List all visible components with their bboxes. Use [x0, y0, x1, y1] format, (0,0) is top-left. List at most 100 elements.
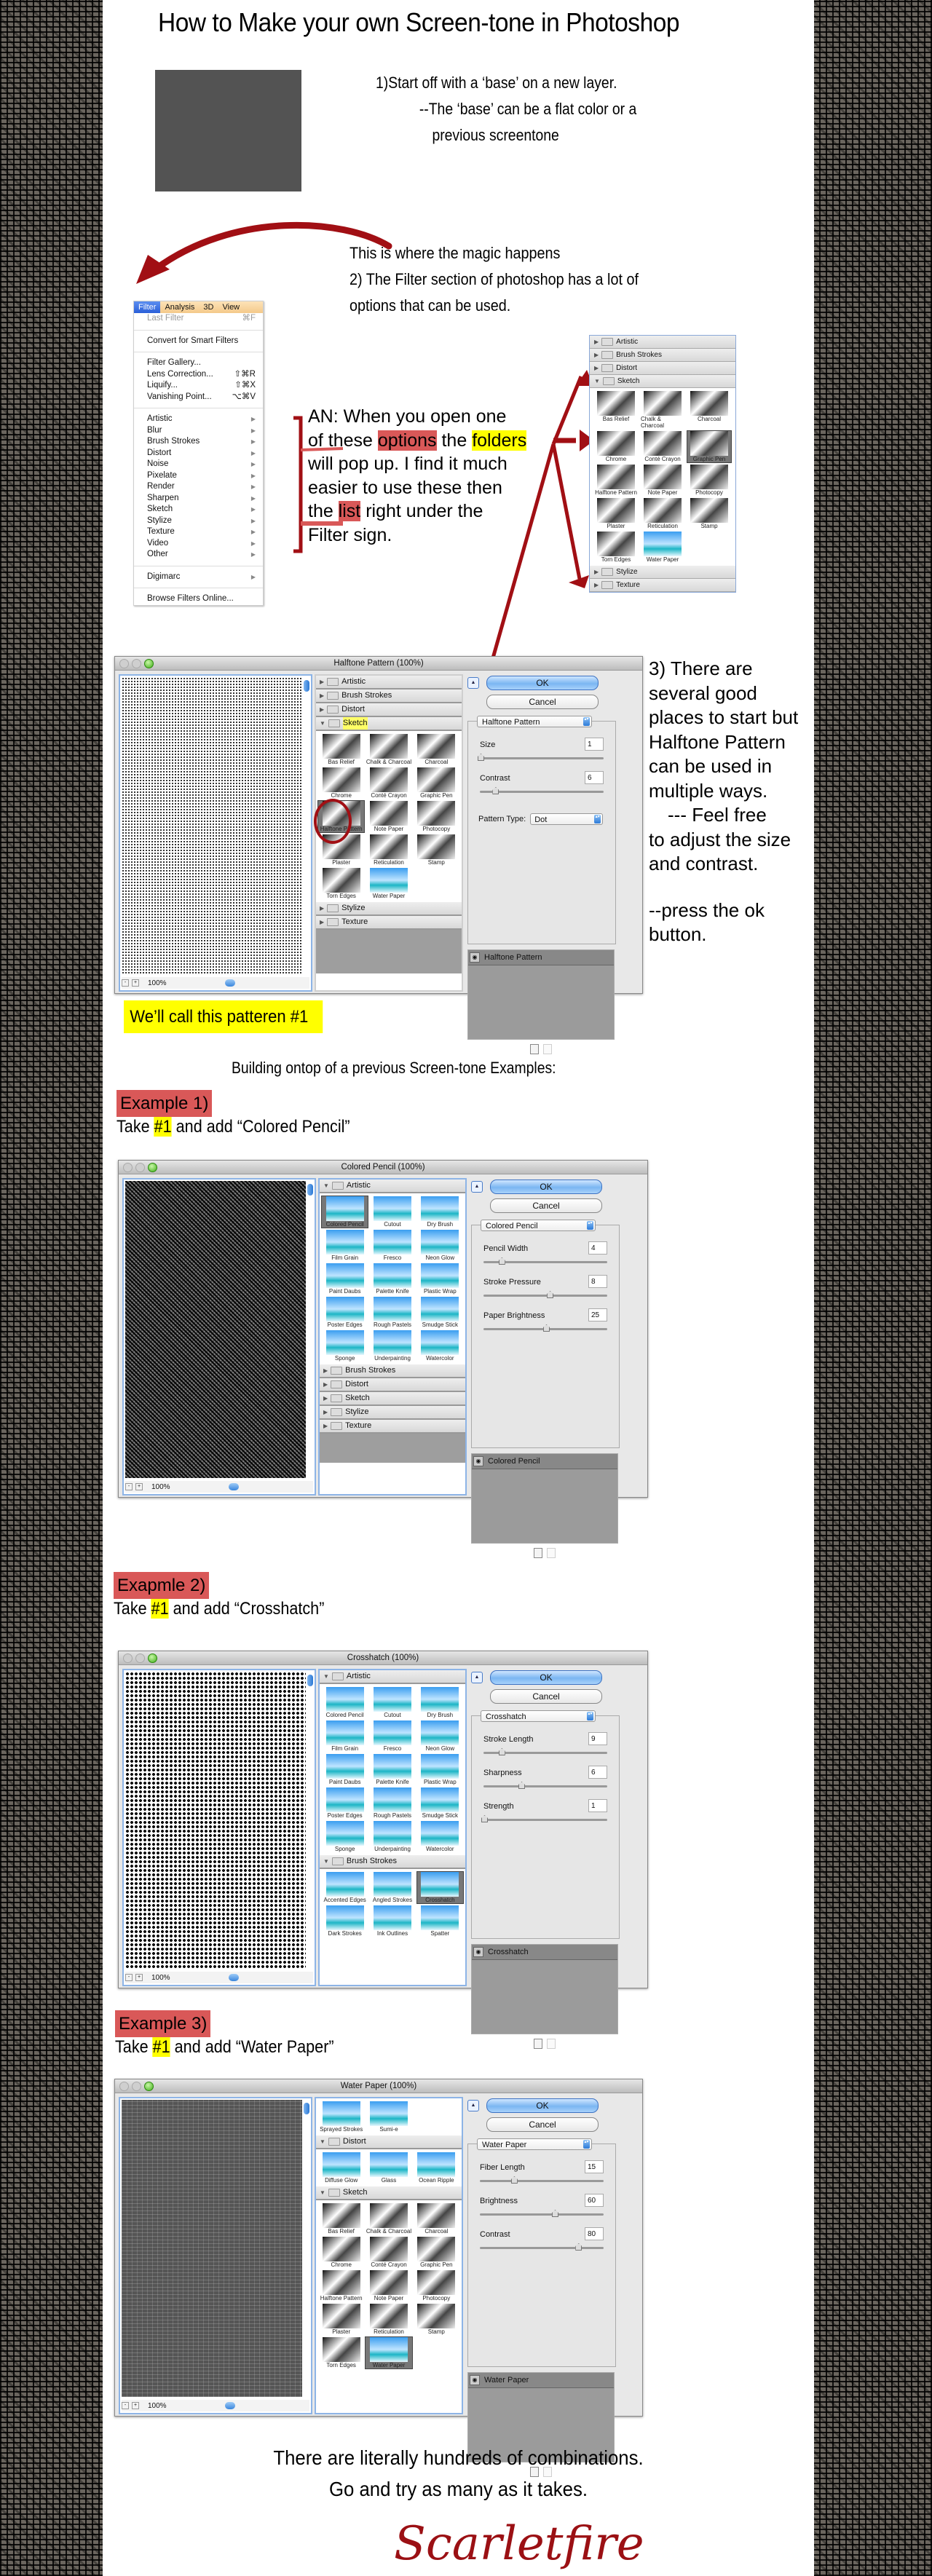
- menu-item-artistic[interactable]: Artistic ▶: [134, 414, 263, 425]
- filter-thumb-cont-crayon[interactable]: Conté Crayon: [366, 2237, 411, 2268]
- filter-thumb-plaster[interactable]: Plaster: [594, 498, 638, 529]
- new-effect-layer-icon[interactable]: [534, 2039, 542, 2049]
- filter-thumb-torn-edges[interactable]: Torn Edges: [594, 532, 638, 563]
- filter-thumb-smudge-stick[interactable]: Smudge Stick: [417, 1297, 463, 1328]
- zoom-level[interactable]: 100%: [142, 979, 175, 987]
- visibility-eye-icon[interactable]: ◉: [470, 952, 480, 963]
- new-effect-layer-icon[interactable]: [534, 1548, 542, 1558]
- filter-list[interactable]: ▼ Artistic Colored Pencil Cutout Dry Brush Fi…: [318, 1669, 467, 1986]
- visibility-eye-icon[interactable]: ◉: [473, 1456, 483, 1466]
- filter-thumb-diffuse-glow[interactable]: Diffuse Glow: [318, 2152, 364, 2184]
- param-slider-knob[interactable]: [552, 2210, 558, 2217]
- folder-artistic[interactable]: ▼ Artistic: [320, 1670, 465, 1684]
- preview-scrollbar[interactable]: [307, 1675, 313, 1686]
- close-button[interactable]: [123, 1654, 133, 1663]
- filter-thumb-spatter[interactable]: Spatter: [417, 1905, 463, 1937]
- filter-thumb-ocean-ripple[interactable]: Ocean Ripple: [414, 2152, 459, 2184]
- folder-distort[interactable]: ▶ Distort: [320, 1378, 465, 1392]
- ok-button[interactable]: OK: [490, 1670, 602, 1685]
- collapse-button[interactable]: ▲: [471, 1181, 483, 1193]
- filter-thumb-accented-edges[interactable]: Accented Edges: [322, 1872, 368, 1903]
- menu-item-browse-filters-online[interactable]: Browse Filters Online...: [134, 593, 263, 605]
- param-value-input[interactable]: 1: [585, 738, 604, 751]
- param-slider-track[interactable]: [483, 1295, 607, 1297]
- filter-thumb-paint-daubs[interactable]: Paint Daubs: [322, 1754, 368, 1785]
- menu-item-filter-gallery[interactable]: Filter Gallery...: [134, 357, 263, 369]
- folder-artistic[interactable]: ▶ Artistic: [316, 676, 462, 690]
- filter-list[interactable]: ▼ Artistic Colored Pencil Cutout Dry Brush Fi…: [318, 1178, 467, 1496]
- cancel-button[interactable]: Cancel: [486, 695, 599, 709]
- folder-brush-strokes[interactable]: ▼ Brush Strokes: [320, 1855, 465, 1869]
- filter-thumb-rough-pastels[interactable]: Rough Pastels: [369, 1297, 415, 1328]
- zoom-button[interactable]: [144, 2082, 154, 2091]
- filter-thumb-glass[interactable]: Glass: [366, 2152, 411, 2184]
- param-slider-knob[interactable]: [510, 2176, 518, 2184]
- filter-thumb-photocopy[interactable]: Photocopy: [414, 801, 459, 832]
- zoom-button[interactable]: [148, 1654, 157, 1663]
- filter-thumb-plaster[interactable]: Plaster: [318, 2304, 364, 2335]
- menu-analysis[interactable]: Analysis: [160, 301, 199, 313]
- param-slider-track[interactable]: [480, 2180, 604, 2182]
- filter-thumb-cutout[interactable]: Cutout: [369, 1687, 415, 1718]
- cancel-button[interactable]: Cancel: [486, 2117, 599, 2132]
- preview-scrollbar[interactable]: [307, 1184, 313, 1196]
- filter-thumb-chalk-charcoal[interactable]: Chalk & Charcoal: [366, 734, 411, 765]
- param-value-input[interactable]: 9: [588, 1732, 607, 1745]
- param-slider-knob[interactable]: [498, 1748, 505, 1755]
- filter-thumb-graphic-pen[interactable]: Graphic Pen: [687, 430, 732, 463]
- visibility-eye-icon[interactable]: ◉: [473, 1947, 483, 1957]
- filter-thumb-cutout[interactable]: Cutout: [369, 1196, 415, 1228]
- filter-thumb-ink-outlines[interactable]: Ink Outlines: [369, 1905, 415, 1937]
- filter-thumb-torn-edges[interactable]: Torn Edges: [318, 2337, 364, 2368]
- pattern-type-select[interactable]: Dot ▴▾: [530, 813, 604, 825]
- filter-thumb-film-grain[interactable]: Film Grain: [322, 1720, 368, 1752]
- folder-sketch[interactable]: ▼ Sketch: [590, 375, 735, 388]
- param-value-input[interactable]: 1: [588, 1799, 607, 1812]
- param-value-input[interactable]: 80: [585, 2227, 604, 2240]
- menu-item-digimarc[interactable]: Digimarc ▶: [134, 572, 263, 583]
- filter-thumb-dry-brush[interactable]: Dry Brush: [417, 1687, 463, 1718]
- filter-thumb-palette-knife[interactable]: Palette Knife: [369, 1754, 415, 1785]
- preview-scrollbar[interactable]: [304, 680, 309, 692]
- ok-button[interactable]: OK: [486, 2098, 599, 2113]
- menu-item-noise[interactable]: Noise ▶: [134, 459, 263, 470]
- param-slider-track[interactable]: [483, 1785, 607, 1787]
- menu-filter[interactable]: Filter: [134, 301, 161, 313]
- filter-thumb-note-paper[interactable]: Note Paper: [366, 801, 411, 832]
- filter-thumb-chrome[interactable]: Chrome: [318, 767, 364, 799]
- filter-thumb-sumi-e[interactable]: Sumi-e: [366, 2101, 411, 2133]
- filter-thumb-bas-relief[interactable]: Bas Relief: [594, 391, 638, 429]
- filter-thumb-charcoal[interactable]: Charcoal: [414, 734, 459, 765]
- horizontal-scrollbar[interactable]: [229, 1974, 239, 1981]
- filter-thumb-note-paper[interactable]: Note Paper: [641, 465, 684, 496]
- zoom-out-button[interactable]: -: [125, 1483, 133, 1490]
- close-button[interactable]: [119, 2082, 129, 2091]
- param-value-input[interactable]: 15: [585, 2160, 604, 2173]
- filter-thumb-water-paper[interactable]: Water Paper: [641, 532, 684, 563]
- param-slider-knob[interactable]: [575, 2243, 582, 2251]
- menu-item-distort[interactable]: Distort ▶: [134, 448, 263, 459]
- filter-select[interactable]: Crosshatch ▴▾: [481, 1710, 596, 1722]
- filter-thumb-poster-edges[interactable]: Poster Edges: [322, 1297, 368, 1328]
- filter-thumb-fresco[interactable]: Fresco: [369, 1230, 415, 1261]
- filter-select[interactable]: Water Paper ▴▾: [477, 2138, 592, 2150]
- folder-artistic[interactable]: ▶ Artistic: [590, 336, 735, 349]
- zoom-in-button[interactable]: +: [132, 979, 139, 987]
- menu-item-other[interactable]: Other ▶: [134, 549, 263, 561]
- folder-stylize[interactable]: ▶ Stylize: [316, 902, 462, 916]
- filter-thumb-photocopy[interactable]: Photocopy: [414, 2270, 459, 2302]
- zoom-level[interactable]: 100%: [146, 1483, 179, 1491]
- filter-thumb-charcoal[interactable]: Charcoal: [414, 2203, 459, 2235]
- filter-thumb-photocopy[interactable]: Photocopy: [687, 465, 731, 496]
- param-value-input[interactable]: 60: [585, 2194, 604, 2207]
- filter-thumb-chalk-charcoal[interactable]: Chalk & Charcoal: [641, 391, 684, 429]
- menu-view[interactable]: View: [218, 301, 244, 313]
- param-value-input[interactable]: 8: [588, 1275, 607, 1288]
- filter-thumb-neon-glow[interactable]: Neon Glow: [417, 1720, 463, 1752]
- filter-thumb-reticulation[interactable]: Reticulation: [366, 2304, 411, 2335]
- param-slider-knob[interactable]: [478, 754, 484, 761]
- filter-thumb-sponge[interactable]: Sponge: [322, 1330, 368, 1362]
- filter-thumb-watercolor[interactable]: Watercolor: [417, 1821, 463, 1852]
- delete-effect-layer-icon[interactable]: [543, 1044, 552, 1054]
- filter-thumb-poster-edges[interactable]: Poster Edges: [322, 1787, 368, 1819]
